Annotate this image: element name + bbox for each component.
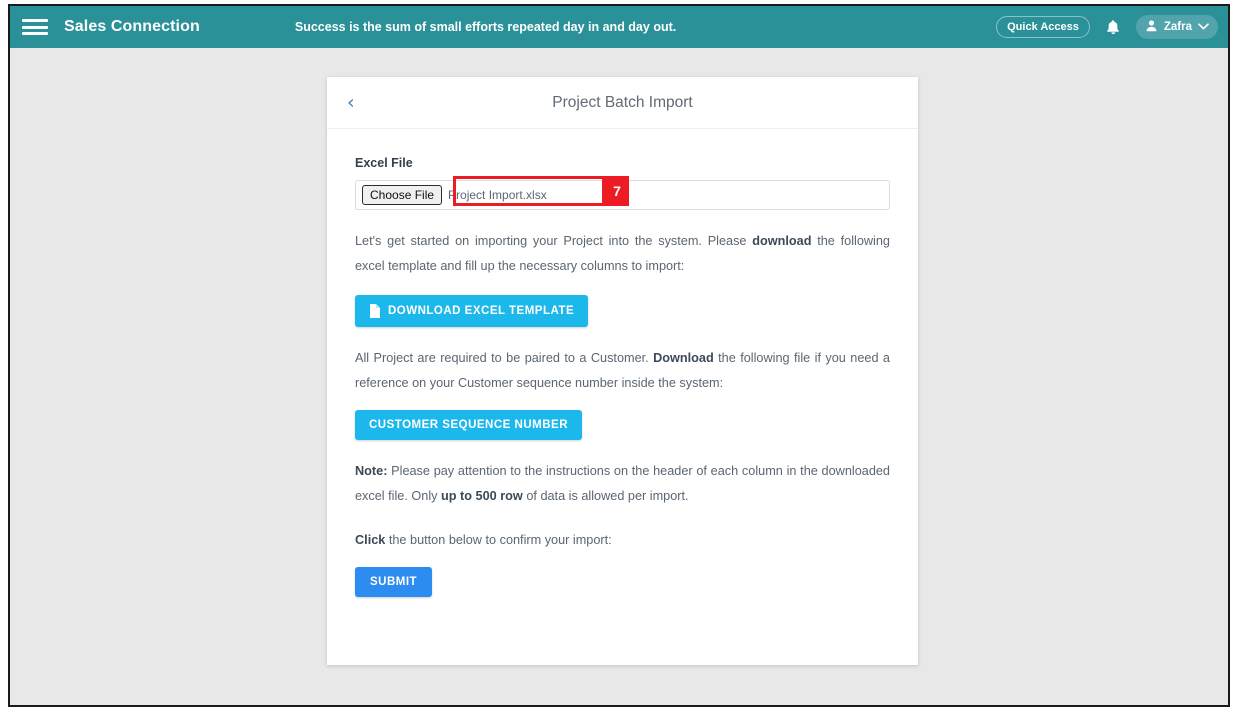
customer-sequence-number-button[interactable]: CUSTOMER SEQUENCE NUMBER <box>355 410 582 440</box>
page-title: Project Batch Import <box>552 93 693 111</box>
navbar-tagline: Success is the sum of small efforts repe… <box>294 20 677 34</box>
intro-text-part1: Let's get started on importing your Proj… <box>355 234 753 248</box>
back-chevron-icon[interactable]: ‹ <box>347 93 355 112</box>
customer-bold-download: Download <box>653 351 714 365</box>
quick-access-button[interactable]: Quick Access <box>996 15 1090 39</box>
user-name-label: Zafra <box>1163 21 1192 33</box>
customer-sequence-row: CUSTOMER SEQUENCE NUMBER <box>355 410 890 440</box>
page-content: ‹ Project Batch Import Excel File Choose… <box>10 48 1228 705</box>
navbar-right-group: Quick Access Zafra <box>996 15 1218 39</box>
customer-sequence-number-label: CUSTOMER SEQUENCE NUMBER <box>369 419 568 431</box>
card-body: Excel File Choose File Project Import.xl… <box>327 129 918 597</box>
note-text-part2: of data is allowed per import. <box>522 489 689 503</box>
card-header: ‹ Project Batch Import <box>327 77 918 129</box>
download-template-row: DOWNLOAD EXCEL TEMPLATE <box>355 295 890 327</box>
selected-file-name: Project Import.xlsx <box>448 188 547 202</box>
submit-button-label: SUBMIT <box>370 576 418 588</box>
browser-page-frame: Sales Connection Success is the sum of s… <box>8 4 1230 707</box>
click-paragraph: Click the button below to confirm your i… <box>355 528 890 553</box>
batch-import-card: ‹ Project Batch Import Excel File Choose… <box>327 77 918 665</box>
annotation-step-badge: 7 <box>605 176 629 206</box>
note-paragraph: Note: Please pay attention to the instru… <box>355 459 890 509</box>
customer-paragraph: All Project are required to be paired to… <box>355 346 890 396</box>
top-navbar: Sales Connection Success is the sum of s… <box>10 6 1228 48</box>
download-excel-template-button[interactable]: DOWNLOAD EXCEL TEMPLATE <box>355 295 589 327</box>
user-menu-button[interactable]: Zafra <box>1135 15 1218 39</box>
intro-bold-download: download <box>752 234 812 248</box>
submit-row: SUBMIT <box>355 567 890 597</box>
file-document-icon <box>369 304 380 318</box>
customer-text-part1: All Project are required to be paired to… <box>355 351 654 365</box>
excel-file-input[interactable]: Choose File Project Import.xlsx 7 <box>355 176 890 210</box>
excel-file-label: Excel File <box>355 156 413 170</box>
choose-file-button[interactable]: Choose File <box>362 184 443 206</box>
note-label: Note: <box>355 464 388 478</box>
chevron-down-icon <box>1198 21 1209 33</box>
download-excel-template-label: DOWNLOAD EXCEL TEMPLATE <box>388 305 575 317</box>
brand-title: Sales Connection <box>64 18 200 35</box>
submit-button[interactable]: SUBMIT <box>355 567 433 597</box>
hamburger-menu-icon[interactable] <box>22 17 48 37</box>
click-bold-label: Click <box>355 533 386 547</box>
user-avatar-icon <box>1145 19 1158 35</box>
intro-paragraph: Let's get started on importing your Proj… <box>355 229 890 279</box>
click-text-rest: the button below to confirm your import: <box>385 533 612 547</box>
notification-bell-icon[interactable] <box>1102 16 1124 38</box>
note-bold-limit: up to 500 row <box>441 489 523 503</box>
